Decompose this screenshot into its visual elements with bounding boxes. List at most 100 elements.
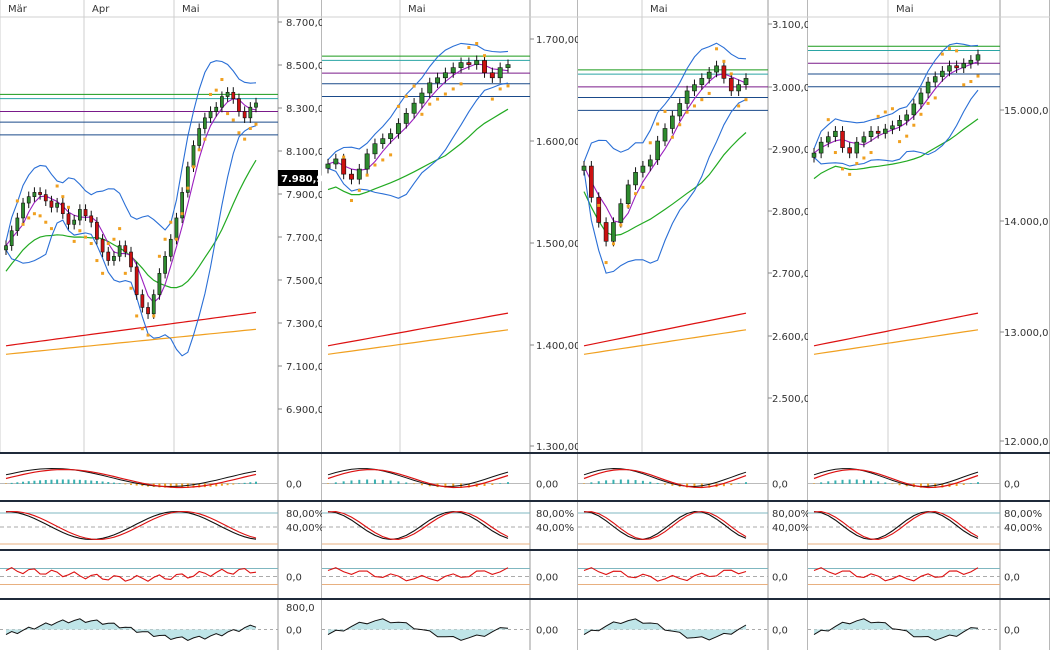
candle-body: [728, 78, 734, 92]
candle-body: [203, 117, 207, 129]
sar-dot: [61, 195, 65, 199]
y-tick-label: 14.000,0: [1004, 217, 1049, 228]
candle-body: [603, 222, 609, 242]
candle-body: [208, 111, 213, 119]
macd-histogram-bar: [841, 479, 844, 484]
sar-dot: [826, 118, 830, 122]
macd-histogram-bar: [884, 482, 887, 484]
macd-histogram-bar: [664, 483, 666, 485]
candle-body: [897, 120, 902, 127]
sar-dot: [506, 84, 510, 88]
candle-body: [618, 203, 624, 223]
candle-body: [961, 63, 966, 69]
sar-dot: [203, 137, 207, 141]
y-tick-label: 1.500,00: [536, 239, 578, 250]
macd-histogram-bar: [10, 482, 13, 484]
candle-body: [625, 184, 631, 204]
y-tick-label: 7.900,0: [286, 190, 322, 201]
sar-dot: [106, 242, 110, 246]
candle-body: [254, 102, 258, 108]
candle-body: [840, 130, 845, 148]
candle-body: [95, 221, 99, 240]
sar-dot: [389, 153, 393, 157]
candle-body: [640, 165, 646, 173]
macd-histogram-bar: [107, 482, 110, 484]
mom-line: [5, 566, 257, 582]
month-label: Apr: [92, 4, 110, 15]
macd-histogram-bar: [827, 481, 830, 484]
macd-histogram-bar: [813, 483, 815, 484]
chart-panel-4[interactable]: Mai 15.000,0 14.000,0 13.000,0 12.000,0 0,0 80…: [808, 0, 1050, 650]
macd-histogram-bar: [84, 480, 87, 484]
macd-histogram-bar: [61, 479, 64, 484]
sar-dot: [95, 259, 99, 263]
chart-panel-1[interactable]: Mär Apr Mai 8.700,0 8.500,0 8.300,0 8.100,0 7.9…: [0, 0, 322, 650]
stoch-axis-label: 80,00%: [286, 509, 322, 520]
candle-body: [140, 294, 145, 308]
candle-body: [940, 70, 945, 77]
chart-panel-2[interactable]: Mai 1.700,00 1.600,00 1.500,00 1.400,00 1.300…: [322, 0, 578, 650]
macd-histogram-bar: [249, 482, 252, 484]
sar-dot: [926, 101, 930, 105]
macd-histogram-bar: [373, 479, 376, 484]
vol-axis-label: 0,00: [536, 626, 558, 637]
chart-panel-3[interactable]: Mai 3.100,0 3.000,0 2.900,0 2.800,0 2.700,0 2.…: [578, 0, 808, 650]
macd-histogram-bar: [16, 482, 19, 484]
sar-dot: [135, 314, 139, 318]
candle-body: [419, 92, 425, 104]
y-tick-label: 7.100,0: [286, 362, 322, 373]
macd-histogram-bar: [590, 482, 593, 484]
candle-body: [497, 67, 503, 79]
macd-histogram-bar: [5, 483, 7, 484]
sar-dot: [152, 314, 156, 318]
macd-histogram-bar: [243, 482, 246, 484]
sar-dot: [663, 109, 667, 113]
macd-histogram-bar: [413, 483, 416, 485]
candle-body: [868, 130, 874, 137]
stoch-axis-label: 80,00%: [536, 509, 574, 520]
candle-body: [78, 209, 82, 221]
candle-body: [83, 209, 88, 217]
chart-svg-4[interactable]: Mai 15.000,0 14.000,0 13.000,0 12.000,0 0,0 80…: [808, 0, 1050, 650]
sar-dot: [597, 203, 601, 207]
macd-histogram-bar: [22, 481, 25, 484]
macd-histogram-bar: [67, 479, 70, 484]
stoch-k-line: [5, 510, 257, 541]
chart-svg-3[interactable]: Mai 3.100,0 3.000,0 2.900,0 2.800,0 2.700,0 2.…: [578, 0, 808, 650]
macd-histogram-bar: [220, 483, 223, 486]
bollinger-upper-line: [813, 42, 979, 150]
sar-dot: [84, 235, 88, 239]
candle-body: [157, 273, 162, 295]
sar-dot: [459, 82, 463, 86]
macd-histogram-bar: [50, 479, 53, 484]
chart-svg-1[interactable]: Mär Apr Mai 8.700,0 8.500,0 8.300,0 8.100,0 7.9…: [0, 0, 322, 650]
sar-dot: [146, 333, 150, 337]
sar-dot: [248, 127, 252, 130]
macd-histogram-bar: [405, 482, 408, 484]
stoch-axis-label: 40,00%: [772, 523, 808, 534]
sar-dot: [841, 167, 845, 171]
mom-axis-label: 0,0: [1004, 573, 1020, 584]
chart-svg-2[interactable]: Mai 1.700,00 1.600,00 1.500,00 1.400,00 1.300…: [322, 0, 578, 650]
sar-dot: [722, 59, 726, 63]
y-tick-label: 2.600,0: [772, 332, 808, 343]
candle-body: [123, 245, 128, 253]
sar-dot: [428, 102, 432, 106]
macd-histogram-bar: [112, 482, 115, 484]
mom-axis-label: 0,0: [772, 573, 788, 584]
candle-body: [427, 82, 433, 94]
sar-dot: [737, 104, 741, 108]
last-price-tag: 7.980,9: [281, 174, 322, 185]
sar-dot: [876, 114, 880, 118]
sar-dot: [32, 212, 36, 216]
sar-dot: [123, 271, 127, 275]
candle-body: [341, 158, 347, 175]
candle-body: [875, 130, 881, 134]
stoch-d-line: [583, 510, 747, 540]
y-tick-label: 7.500,0: [286, 276, 322, 287]
candle-body: [466, 62, 472, 65]
y-tick-label: 2.500,0: [772, 394, 808, 405]
sar-dot: [729, 72, 733, 76]
candle-body: [647, 159, 653, 167]
sar-dot: [197, 148, 201, 152]
